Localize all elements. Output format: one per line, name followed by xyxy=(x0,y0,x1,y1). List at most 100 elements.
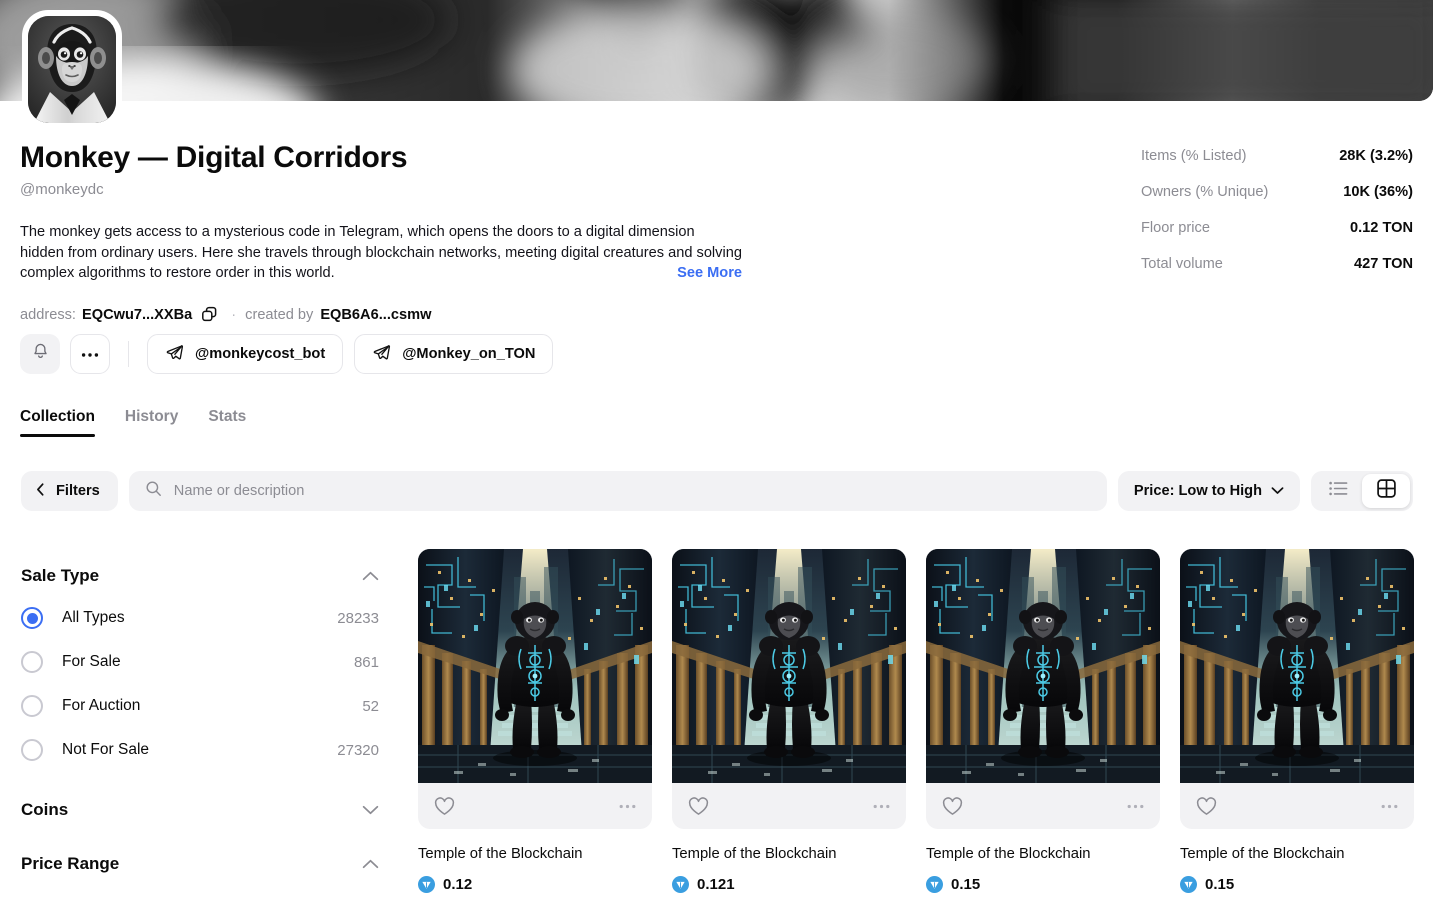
nft-more-icon[interactable] xyxy=(619,804,636,809)
filter-option-count: 52 xyxy=(362,697,379,715)
stat-label: Floor price xyxy=(1141,220,1210,236)
tab-stats[interactable]: Stats xyxy=(208,408,246,437)
collection-actions: @monkeycost_bot @Monkey_on_TON xyxy=(20,334,564,374)
telegram-link-channel[interactable]: @Monkey_on_TON xyxy=(354,334,554,374)
filter-option-for-auction[interactable]: For Auction 52 xyxy=(21,684,379,728)
nft-name: Temple of the Blockchain xyxy=(926,846,1091,862)
avatar-image xyxy=(28,16,116,123)
filters-toggle-button[interactable]: Filters xyxy=(21,471,118,511)
stat-row-items: Items (% Listed) 28K (3.2%) xyxy=(1141,148,1413,184)
view-mode-toggle xyxy=(1311,471,1413,511)
view-mode-grid[interactable] xyxy=(1362,474,1410,508)
nft-name: Temple of the Blockchain xyxy=(418,846,583,862)
nft-more-icon[interactable] xyxy=(1381,804,1398,809)
filter-option-count: 861 xyxy=(353,653,379,671)
ton-icon xyxy=(672,876,689,893)
notify-button[interactable] xyxy=(20,334,60,374)
filter-group-title: Price Range xyxy=(21,854,120,873)
ton-icon xyxy=(418,876,435,893)
created-by-value: EQB6A6...csmw xyxy=(320,306,432,323)
radio-icon xyxy=(21,695,43,717)
collection-toolbar: Filters Price: Low to High xyxy=(21,471,1413,511)
filter-option-for-sale[interactable]: For Sale 861 xyxy=(21,640,379,684)
nft-image[interactable] xyxy=(672,549,906,783)
radio-icon xyxy=(21,651,43,673)
filter-option-count: 27320 xyxy=(337,741,379,759)
search-box[interactable] xyxy=(128,471,1107,511)
more-options-button[interactable] xyxy=(70,334,110,374)
nft-grid: Temple of the Blockchain 0.12 Temple of … xyxy=(418,549,1414,893)
action-divider xyxy=(128,341,129,367)
tab-collection[interactable]: Collection xyxy=(20,408,95,437)
address-label: address: xyxy=(20,306,76,323)
filter-group-coins[interactable]: Coins xyxy=(21,790,379,830)
filter-group-price-range[interactable]: Price Range xyxy=(21,844,379,884)
nft-image[interactable] xyxy=(1180,549,1414,783)
favorite-icon[interactable] xyxy=(434,796,455,816)
nft-price-value: 0.15 xyxy=(951,876,981,893)
tab-history[interactable]: History xyxy=(125,408,178,437)
nft-more-icon[interactable] xyxy=(1127,804,1144,809)
stat-row-floor-price: Floor price 0.12 TON xyxy=(1141,220,1413,256)
nft-price-value: 0.121 xyxy=(697,876,735,893)
see-more-link[interactable]: See More xyxy=(669,263,742,284)
stat-value: 28K (3.2%) xyxy=(1339,148,1413,164)
filter-option-label: All Types xyxy=(62,609,125,626)
telegram-link-bot[interactable]: @monkeycost_bot xyxy=(147,334,344,374)
favorite-icon[interactable] xyxy=(1196,796,1217,816)
nft-card[interactable]: Temple of the Blockchain 0.15 xyxy=(926,549,1160,893)
bell-icon xyxy=(31,342,50,366)
nft-more-icon[interactable] xyxy=(873,804,890,809)
nft-card[interactable]: Temple of the Blockchain 0.121 xyxy=(672,549,906,893)
stat-label: Total volume xyxy=(1141,256,1223,272)
favorite-icon[interactable] xyxy=(942,796,963,816)
nft-price-value: 0.15 xyxy=(1205,876,1235,893)
filter-group-sale-type[interactable]: Sale Type xyxy=(21,556,379,596)
favorite-icon[interactable] xyxy=(688,796,709,816)
sort-label: Price: Low to High xyxy=(1133,483,1262,499)
nft-name: Temple of the Blockchain xyxy=(1180,846,1345,862)
chevron-down-icon xyxy=(362,805,379,815)
sort-dropdown[interactable]: Price: Low to High xyxy=(1117,471,1300,511)
collection-tabs: Collection History Stats xyxy=(20,408,246,437)
filters-sidebar: Sale Type All Types 28233 For Sale 861 F… xyxy=(21,556,379,884)
filter-option-label: Not For Sale xyxy=(62,741,150,758)
nft-name: Temple of the Blockchain xyxy=(672,846,837,862)
stat-value: 10K (36%) xyxy=(1343,184,1413,200)
filter-group-title: Sale Type xyxy=(21,566,100,585)
address-value: EQCwu7...XXBa xyxy=(81,306,193,323)
nft-card-actions xyxy=(1180,783,1414,829)
nft-image[interactable] xyxy=(418,549,652,783)
view-mode-list[interactable] xyxy=(1314,474,1362,508)
page-title: Monkey — Digital Corridors xyxy=(20,141,408,174)
filter-option-label: For Auction xyxy=(62,697,141,714)
stat-label: Owners (% Unique) xyxy=(1141,184,1269,200)
ellipsis-icon xyxy=(81,345,99,363)
filters-label: Filters xyxy=(56,483,100,499)
filter-option-all-types[interactable]: All Types 28233 xyxy=(21,596,379,640)
filter-option-not-for-sale[interactable]: Not For Sale 27320 xyxy=(21,728,379,772)
address-row: address: EQCwu7...XXBa · created by EQB6… xyxy=(20,305,760,325)
filter-option-label: For Sale xyxy=(62,653,121,670)
nft-card-actions xyxy=(672,783,906,829)
nft-image[interactable] xyxy=(926,549,1160,783)
stat-row-owners: Owners (% Unique) 10K (36%) xyxy=(1141,184,1413,220)
chevron-up-icon xyxy=(362,859,379,869)
nft-card[interactable]: Temple of the Blockchain 0.15 xyxy=(1180,549,1414,893)
list-view-icon xyxy=(1328,481,1348,501)
nft-price: 0.15 xyxy=(1180,876,1414,893)
nft-price: 0.121 xyxy=(672,876,906,893)
collection-handle: @monkeydc xyxy=(20,181,104,198)
stat-row-total-volume: Total volume 427 TON xyxy=(1141,256,1413,292)
description-text: The monkey gets access to a mysterious c… xyxy=(20,224,742,281)
telegram-icon xyxy=(165,343,184,366)
search-input[interactable] xyxy=(173,483,1091,499)
nft-collection-page: Monkey — Digital Corridors @monkeydc The… xyxy=(0,0,1433,897)
nft-card[interactable]: Temple of the Blockchain 0.12 xyxy=(418,549,652,893)
telegram-link-label: @monkeycost_bot xyxy=(195,346,326,362)
copy-icon[interactable] xyxy=(201,306,218,323)
created-by-label: created by xyxy=(245,306,314,323)
nft-price: 0.15 xyxy=(926,876,1160,893)
stat-value: 427 TON xyxy=(1354,256,1413,272)
nft-price: 0.12 xyxy=(418,876,652,893)
